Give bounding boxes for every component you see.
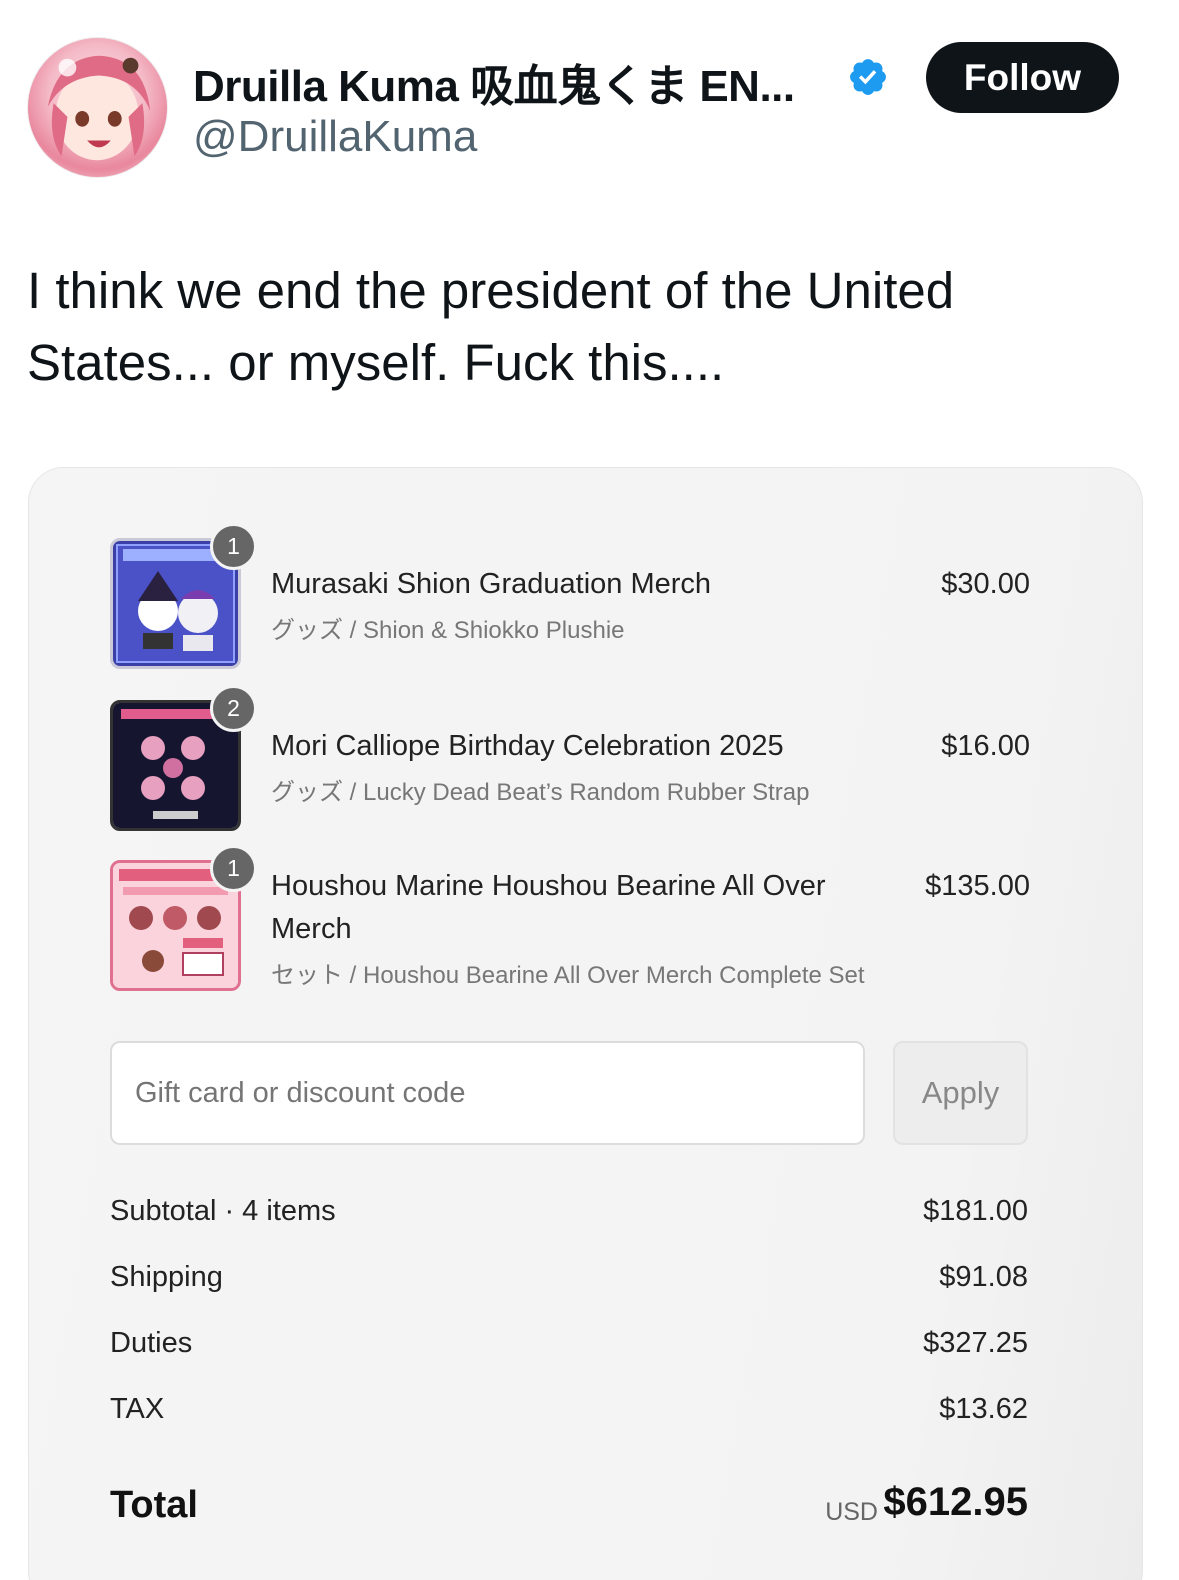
total-row: Total USD $612.95: [110, 1478, 1028, 1538]
item-variant: セット / Houshou Bearine All Over Merch Com…: [271, 962, 865, 989]
tweet-text: I think we end the president of the Unit…: [27, 262, 955, 391]
quantity-badge: 2: [210, 685, 257, 732]
quantity-badge: 1: [210, 523, 257, 570]
cart-item: 2 Mori Calliope Birthday Celebration 202…: [110, 685, 1030, 831]
item-price: $30.00: [941, 568, 1030, 600]
subtotal-value: $181.00: [923, 1195, 1028, 1227]
subtotal-label: Subtotal · 4 items: [110, 1195, 336, 1227]
avatar[interactable]: [27, 37, 168, 178]
shipping-label: Shipping: [110, 1261, 223, 1293]
cart-item: 1 Murasaki Shion Graduation Merch グッズ / …: [110, 523, 1030, 669]
shipping-row: Shipping $91.08: [110, 1261, 1028, 1305]
item-price: $16.00: [941, 730, 1030, 762]
shipping-value: $91.08: [939, 1261, 1028, 1293]
apply-button[interactable]: Apply: [893, 1041, 1028, 1145]
tax-row: TAX $13.62: [110, 1393, 1028, 1437]
follow-button[interactable]: Follow: [926, 42, 1119, 113]
subtotal-row: Subtotal · 4 items $181.00: [110, 1195, 1028, 1239]
discount-code-input[interactable]: [110, 1041, 865, 1145]
item-name: Murasaki Shion Graduation Merch: [271, 568, 712, 600]
handle[interactable]: @DruillaKuma: [193, 112, 477, 162]
verified-badge-icon: [850, 59, 886, 95]
duties-value: $327.25: [923, 1327, 1028, 1359]
total-label: Total: [110, 1484, 198, 1526]
cart-item: 1 Houshou Marine Houshou Bearine All Ove…: [110, 845, 1030, 1000]
checkout-screenshot: 1 Murasaki Shion Graduation Merch グッズ / …: [28, 467, 1143, 1580]
item-price: $135.00: [925, 870, 1030, 902]
item-name: Houshou Marine Houshou Bearine All Over …: [271, 870, 826, 945]
display-name[interactable]: Druilla Kuma 吸血鬼くま EN...: [193, 50, 795, 114]
item-variant: グッズ / Lucky Dead Beat’s Random Rubber St…: [271, 779, 810, 806]
total-value: $612.95: [883, 1480, 1028, 1524]
item-name: Mori Calliope Birthday Celebration 2025: [271, 730, 784, 762]
duties-row: Duties $327.25: [110, 1327, 1028, 1371]
quantity-badge: 1: [210, 845, 257, 892]
tax-value: $13.62: [939, 1393, 1028, 1425]
item-variant: グッズ / Shion & Shiokko Plushie: [271, 617, 625, 644]
duties-label: Duties: [110, 1327, 193, 1359]
total-currency: USD: [825, 1498, 878, 1526]
tax-label: TAX: [110, 1393, 165, 1425]
